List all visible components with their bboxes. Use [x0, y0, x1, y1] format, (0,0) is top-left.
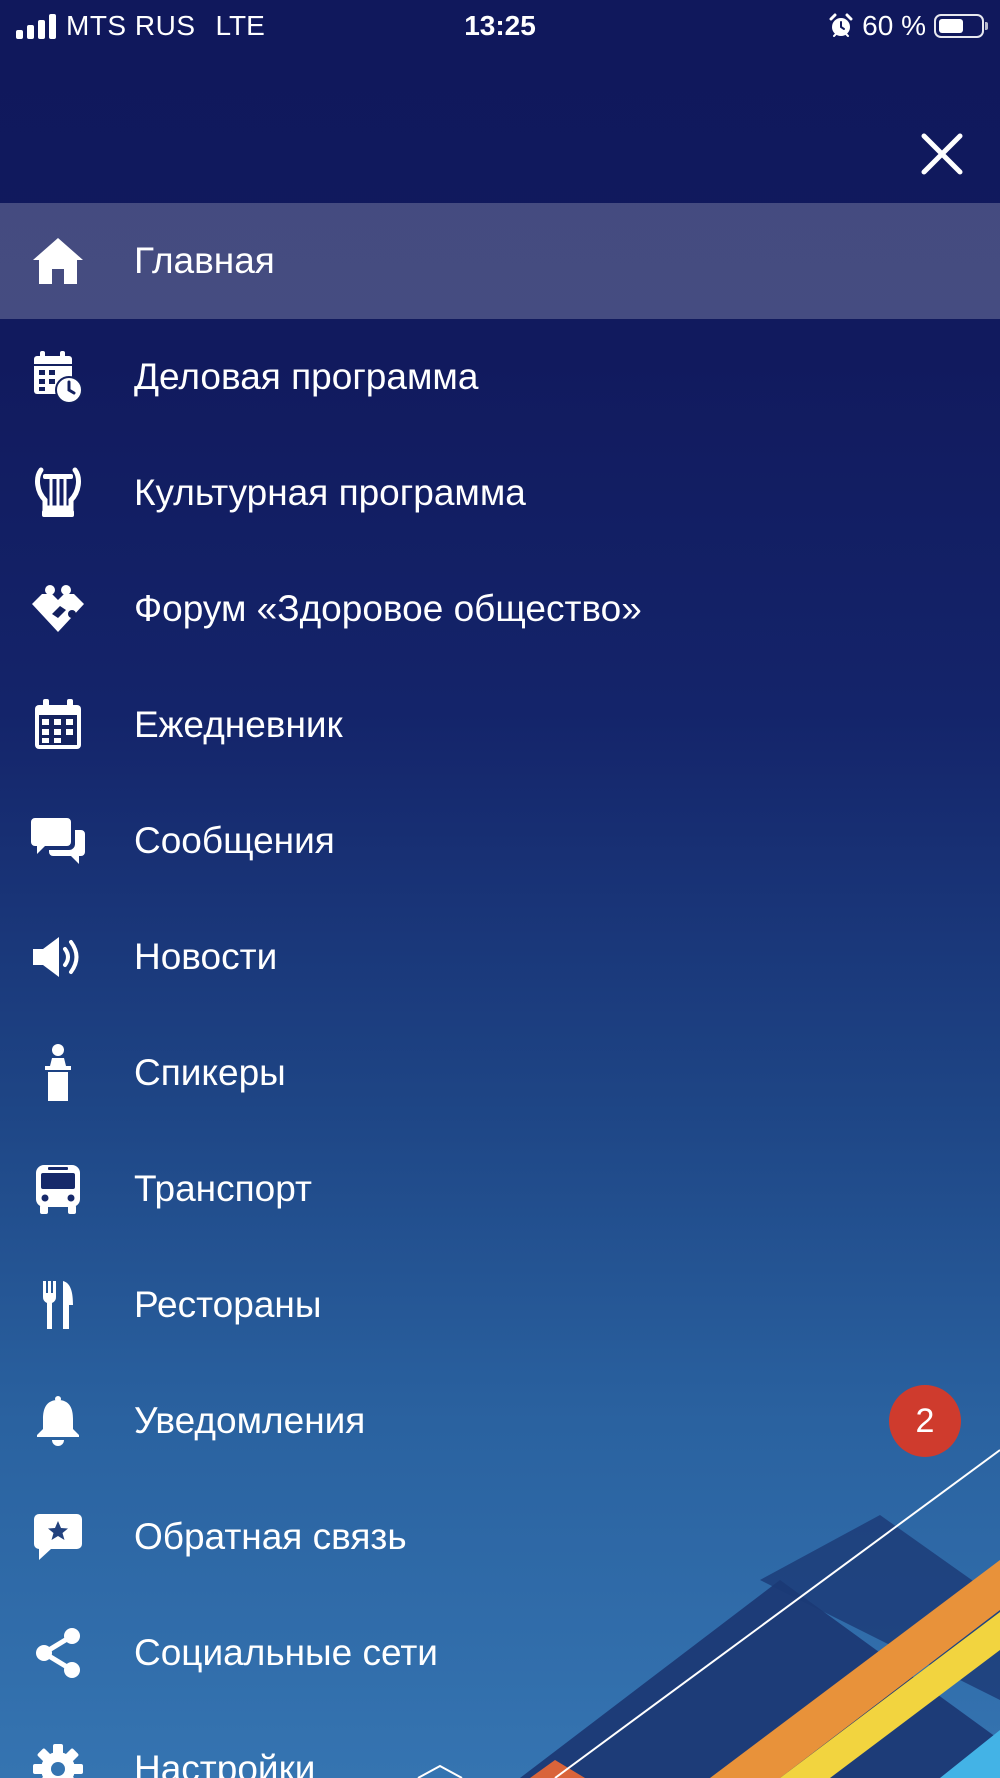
alarm-icon — [829, 13, 853, 37]
battery-icon — [934, 14, 988, 38]
battery-percent: 60 % — [862, 10, 926, 41]
menu-item-label: Культурная программа — [134, 472, 526, 513]
notification-badge: 2 — [889, 1385, 961, 1457]
speaker-icon — [30, 929, 86, 985]
menu-item-restaurants[interactable]: Рестораны — [0, 1247, 1000, 1363]
menu-item-label: Деловая программа — [134, 356, 479, 397]
menu-item-settings[interactable]: Настройки — [0, 1711, 1000, 1778]
menu-item-label: Спикеры — [134, 1052, 286, 1093]
menu-item-label: Сообщения — [134, 820, 335, 861]
feedback-icon — [30, 1509, 86, 1565]
menu-item-feedback[interactable]: Обратная связь — [0, 1479, 1000, 1595]
bell-icon — [30, 1393, 86, 1449]
close-icon — [921, 133, 963, 175]
menu-item-label: Обратная связь — [134, 1516, 407, 1557]
speaker-podium-icon — [30, 1044, 86, 1101]
menu-item-business-program[interactable]: Деловая программа — [0, 319, 1000, 435]
bus-icon — [30, 1161, 86, 1217]
gear-icon — [30, 1741, 86, 1778]
menu-item-label: Транспорт — [134, 1168, 312, 1209]
menu-item-messages[interactable]: Сообщения — [0, 783, 1000, 899]
status-right: 60 % — [828, 10, 988, 42]
menu-item-cultural-program[interactable]: Культурная программа — [0, 435, 1000, 551]
menu-item-speakers[interactable]: Спикеры — [0, 1015, 1000, 1131]
side-menu-screen: MTS RUS LTE 13:25 60 % Главная Деловая п… — [0, 0, 1000, 1778]
menu-item-label: Форум «Здоровое общество» — [134, 588, 642, 629]
menu-item-forum[interactable]: Форум «Здоровое общество» — [0, 551, 1000, 667]
menu-item-label: Главная — [134, 240, 275, 281]
menu-item-label: Новости — [134, 936, 278, 977]
menu-item-notifications[interactable]: Уведомления 2 — [0, 1363, 1000, 1479]
menu-item-home[interactable]: Главная — [0, 203, 1000, 319]
menu-item-social[interactable]: Социальные сети — [0, 1595, 1000, 1711]
menu-item-planner[interactable]: Ежедневник — [0, 667, 1000, 783]
navigation-menu: Главная Деловая программа Культурная про… — [0, 203, 1000, 1778]
menu-item-label: Рестораны — [134, 1284, 322, 1325]
menu-item-label: Уведомления — [134, 1400, 366, 1441]
calendar-icon — [30, 697, 86, 753]
heart-people-icon — [30, 581, 86, 637]
menu-item-news[interactable]: Новости — [0, 899, 1000, 1015]
status-bar: MTS RUS LTE 13:25 60 % — [0, 0, 1000, 52]
lyre-icon — [30, 465, 86, 521]
share-icon — [30, 1625, 86, 1681]
chat-icon — [30, 813, 86, 869]
menu-item-label: Ежедневник — [134, 704, 343, 745]
close-button[interactable] — [910, 122, 974, 186]
calendar-clock-icon — [30, 349, 86, 405]
menu-item-transport[interactable]: Транспорт — [0, 1131, 1000, 1247]
home-icon — [30, 233, 86, 289]
menu-item-label: Социальные сети — [134, 1632, 438, 1673]
menu-item-label: Настройки — [134, 1748, 316, 1778]
cutlery-icon — [30, 1277, 86, 1333]
